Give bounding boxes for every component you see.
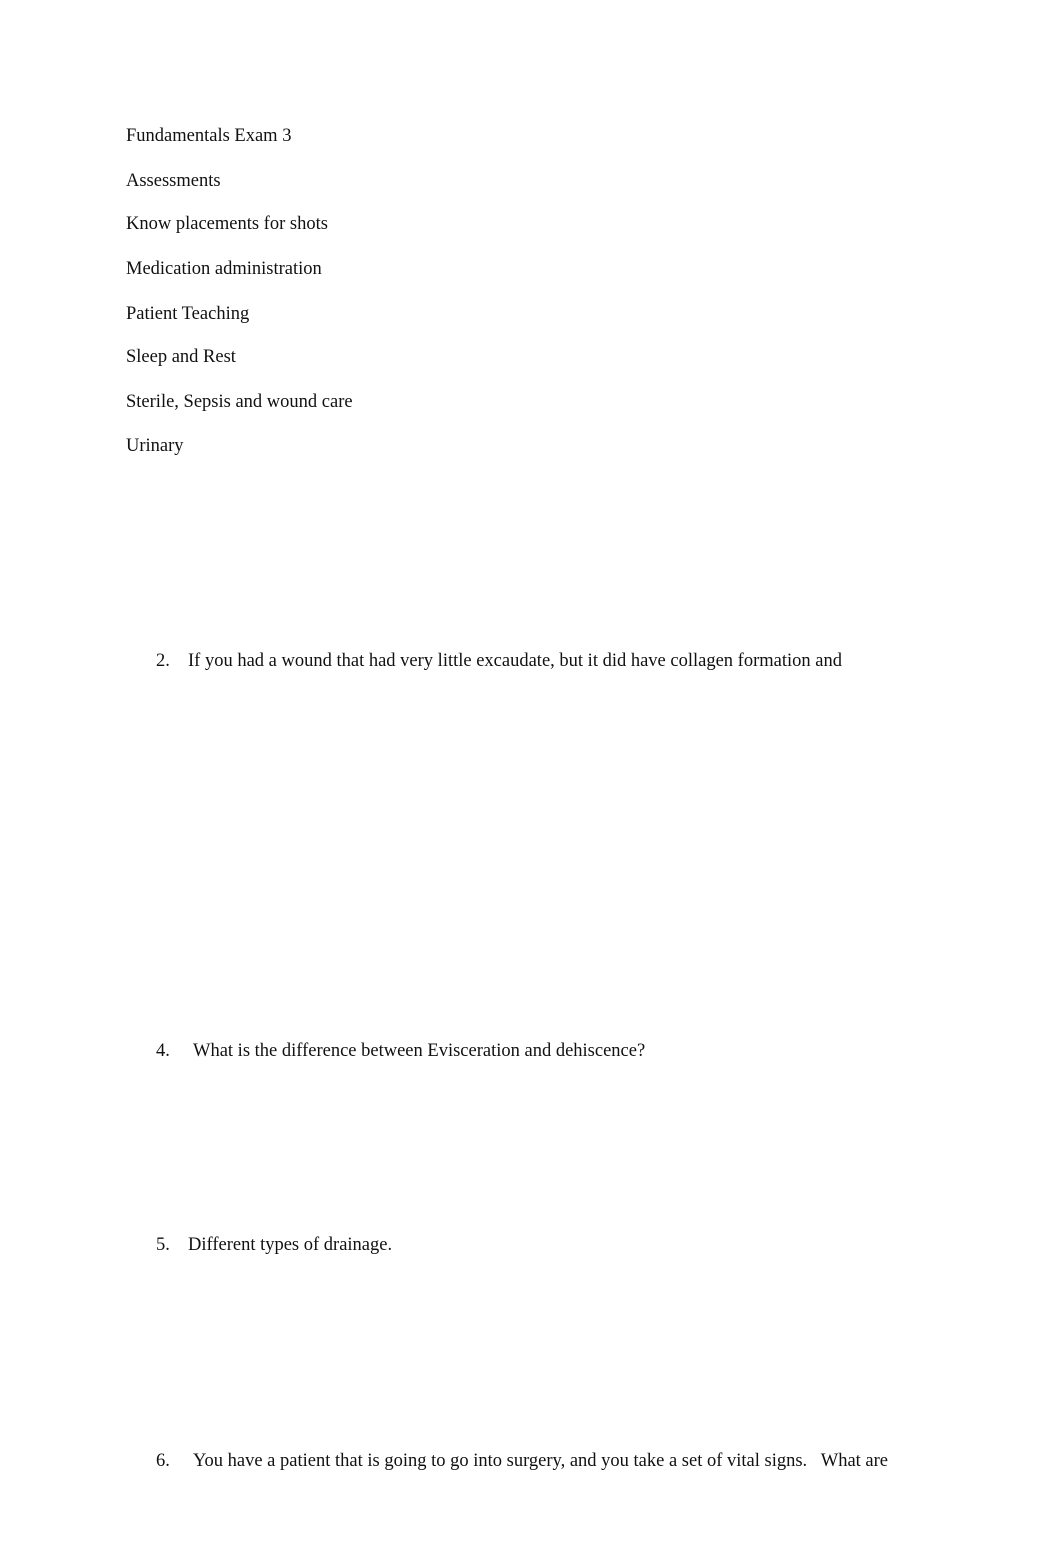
question-text: If you had a wound that had very little … [188, 651, 842, 671]
question-text: You have a patient that is going to go i… [193, 1451, 888, 1471]
question-number: 2. [156, 651, 170, 671]
topic-item: Assessments [126, 171, 221, 191]
topic-item: Urinary [126, 436, 184, 456]
topic-item: Patient Teaching [126, 304, 250, 324]
document-title: Fundamentals Exam 3 [126, 126, 292, 146]
topic-item: Know placements for shots [126, 214, 328, 234]
question-text: Different types of drainage. [188, 1235, 393, 1255]
question-text: What is the difference between Eviscerat… [193, 1041, 646, 1061]
document-page: Fundamentals Exam 3 Assessments Know pla… [0, 0, 1062, 1561]
topic-item: Medication administration [126, 259, 322, 279]
question-number: 5. [156, 1235, 170, 1255]
topic-item: Sleep and Rest [126, 347, 236, 367]
question-item: 6. You have a patient that is going to go… [156, 1450, 888, 1472]
question-item: 4. What is the difference between Eviscer… [156, 1040, 645, 1062]
question-number: 6. [156, 1451, 170, 1471]
question-item: 2. If you had a wound that had very littl… [156, 650, 842, 672]
question-number: 4. [156, 1041, 170, 1061]
question-item: 5. Different types of drainage. [156, 1234, 392, 1256]
topic-item: Sterile, Sepsis and wound care [126, 392, 353, 412]
